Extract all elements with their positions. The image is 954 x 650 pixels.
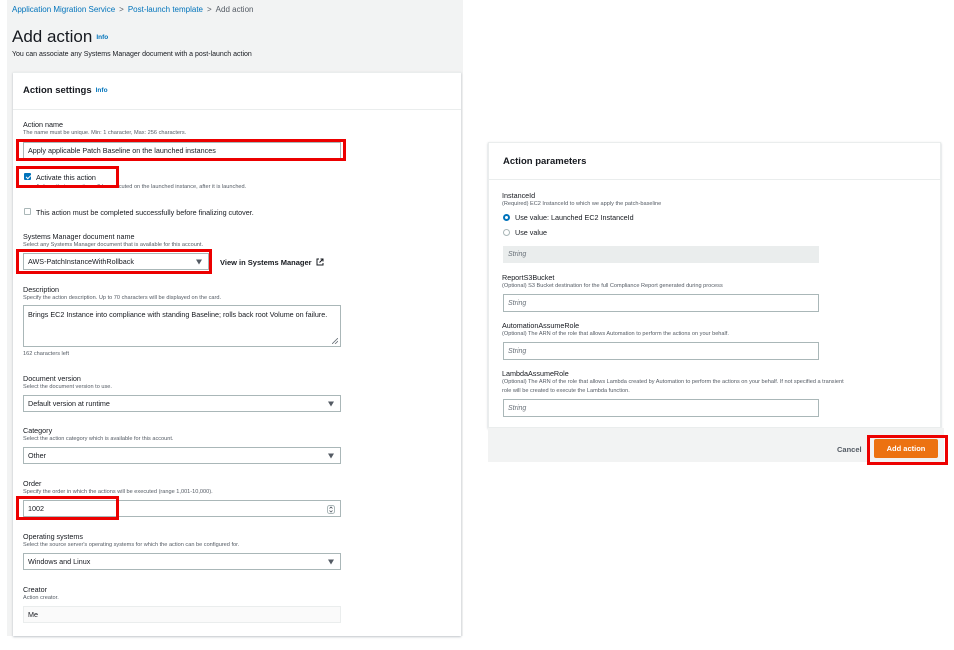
activate-action-label: Activate this action: [36, 173, 96, 182]
page-info-link[interactable]: Info: [96, 34, 108, 41]
breadcrumb: Application Migration Service > Post-launc…: [12, 5, 253, 14]
caret-down-icon: [328, 559, 334, 564]
action-name-hint: The name must be unique. Min: 1 characte…: [23, 130, 187, 136]
lambda-role-placeholder: String: [508, 404, 527, 412]
order-hint: Specify the order in which the actions w…: [23, 489, 213, 495]
category-value: Other: [28, 451, 46, 460]
use-launched-instance-radio[interactable]: [503, 214, 510, 221]
lambda-role-input[interactable]: String: [503, 399, 819, 417]
lambda-role-label: LambdaAssumeRole: [502, 369, 569, 378]
automation-role-label: AutomationAssumeRole: [502, 321, 580, 330]
ssm-document-label: Systems Manager document name: [23, 232, 135, 241]
caret-down-icon: [328, 401, 334, 406]
page-description: You can associate any Systems Manager do…: [12, 51, 252, 58]
cancel-button[interactable]: Cancel: [837, 445, 862, 454]
external-link-icon: [316, 258, 324, 266]
document-version-hint: Select the document version to use.: [23, 384, 112, 390]
instance-id-placeholder: String: [508, 251, 527, 258]
category-hint: Select the action category which is avai…: [23, 436, 174, 442]
page-title: Add action Info: [12, 27, 108, 47]
action-settings-header: Action settings Info: [13, 73, 461, 110]
instance-id-label: InstanceId: [502, 191, 536, 200]
must-complete-checkbox[interactable]: [24, 208, 31, 215]
document-version-select[interactable]: Default version at runtime: [23, 395, 341, 412]
ssm-document-value: AWS-PatchInstanceWithRollback: [28, 257, 134, 266]
activate-action-hint: Actions that are active will be executed…: [36, 184, 247, 190]
instance-id-hint: (Required) EC2 InstanceId to which we ap…: [502, 201, 662, 207]
use-value-radio[interactable]: [503, 229, 510, 236]
breadcrumb-root-link[interactable]: Application Migration Service: [12, 5, 115, 14]
report-bucket-hint: (Optional) S3 Bucket destination for the…: [502, 283, 723, 289]
action-name-input[interactable]: Apply applicable Patch Baseline on the l…: [23, 142, 341, 159]
category-label: Category: [23, 426, 53, 435]
document-version-label: Document version: [23, 374, 81, 383]
operating-systems-select[interactable]: Windows and Linux: [23, 553, 341, 570]
operating-systems-value: Windows and Linux: [28, 557, 91, 566]
automation-role-input[interactable]: String: [503, 342, 819, 360]
ssm-document-hint: Select any Systems Manager document that…: [23, 242, 204, 248]
automation-role-placeholder: String: [508, 347, 527, 355]
action-settings-title-text: Action settings: [23, 85, 92, 96]
ssm-document-select[interactable]: AWS-PatchInstanceWithRollback: [23, 253, 209, 270]
chevron-right-icon: >: [119, 5, 124, 14]
breadcrumb-current: Add action: [215, 5, 254, 14]
use-launched-instance-label: Use value: Launched EC2 InstanceId: [515, 213, 634, 222]
category-select[interactable]: Other: [23, 447, 341, 464]
lambda-role-hint-line1: (Optional) The ARN of the role that allo…: [502, 379, 844, 385]
document-version-value: Default version at runtime: [28, 399, 110, 408]
description-counter: 162 characters left: [23, 351, 70, 357]
resize-handle-icon[interactable]: [332, 338, 338, 344]
action-settings-title: Action settings Info: [23, 85, 108, 96]
report-bucket-input[interactable]: String: [503, 294, 819, 312]
operating-systems-hint: Select the source server's operating sys…: [23, 542, 240, 548]
creator-input: Me: [23, 606, 341, 623]
automation-role-hint: (Optional) The ARN of the role that allo…: [502, 331, 729, 337]
view-in-ssm-link-text: View in Systems Manager: [220, 258, 312, 267]
chevron-right-icon: >: [207, 5, 212, 14]
use-value-label: Use value: [515, 228, 547, 237]
description-hint: Specify the action description. Up to 70…: [23, 295, 222, 301]
lambda-role-hint-line2: role will be created to execute the Lamb…: [502, 388, 630, 394]
must-complete-label: This action must be completed successful…: [36, 208, 254, 217]
instance-id-input: String: [503, 246, 819, 263]
action-parameters-header: Action parameters: [489, 143, 942, 180]
action-parameters-title: Action parameters: [503, 156, 587, 167]
description-label: Description: [23, 285, 59, 294]
caret-down-icon: [328, 453, 334, 458]
action-name-label: Action name: [23, 120, 63, 129]
breadcrumb-parent-link[interactable]: Post-launch template: [128, 5, 203, 14]
operating-systems-label: Operating systems: [23, 532, 83, 541]
caret-down-icon: [196, 259, 202, 264]
action-settings-info-link[interactable]: Info: [96, 87, 108, 94]
description-textarea[interactable]: Brings EC2 Instance into compliance with…: [23, 305, 341, 347]
creator-hint: Action creator.: [23, 595, 59, 601]
report-bucket-label: ReportS3Bucket: [502, 273, 555, 282]
view-in-ssm-link[interactable]: View in Systems Manager: [220, 258, 324, 267]
creator-label: Creator: [23, 585, 47, 594]
report-bucket-placeholder: String: [508, 299, 527, 307]
page-title-text: Add action: [12, 27, 93, 46]
add-action-button[interactable]: Add action: [874, 439, 938, 458]
number-stepper-icon[interactable]: [327, 505, 335, 514]
order-value: 1002: [28, 504, 44, 513]
activate-action-checkbox[interactable]: [24, 173, 31, 180]
order-label: Order: [23, 479, 42, 488]
description-value: Brings EC2 Instance into compliance with…: [28, 310, 328, 319]
order-input[interactable]: 1002: [23, 500, 341, 517]
